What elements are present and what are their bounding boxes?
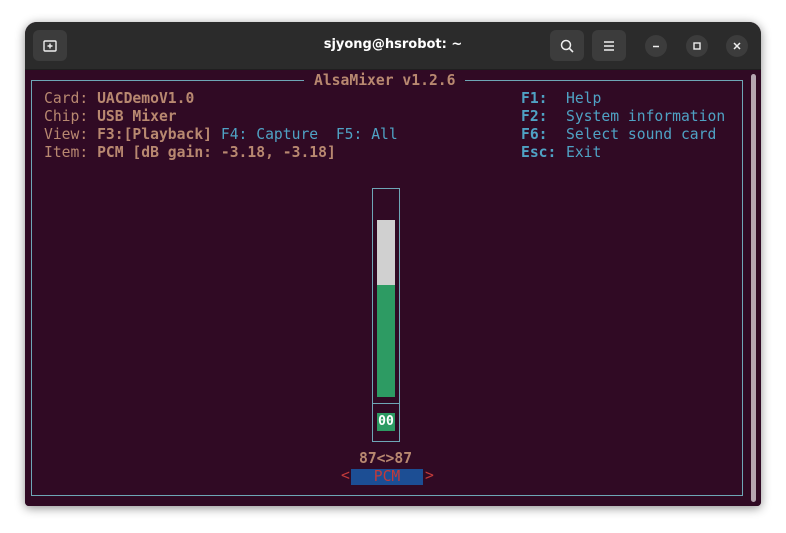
help-f6[interactable]: F6: Select sound card xyxy=(521,126,716,144)
pcm-control[interactable]: 00 xyxy=(372,188,400,442)
terminal-window: sjyong@hsrobot: ~ AlsaMixer v1.2.6 Card:… xyxy=(25,22,761,506)
card-line: Card: UACDemoV1.0 xyxy=(44,90,194,108)
minimize-icon xyxy=(653,45,659,48)
view-capture-tab[interactable]: F4: Capture xyxy=(221,126,318,143)
item-value: PCM [dB gain: -3.18, -3.18] xyxy=(97,144,336,161)
item-label: Item: xyxy=(44,144,89,161)
help-text: Help xyxy=(566,90,602,107)
help-key: F1: xyxy=(521,90,548,107)
help-esc[interactable]: Esc: Exit xyxy=(521,144,601,162)
volume-readout: 87<>87 xyxy=(359,450,413,467)
help-key: Esc: xyxy=(521,144,557,161)
terminal-area[interactable]: AlsaMixer v1.2.6 Card: UACDemoV1.0 Chip:… xyxy=(25,70,761,506)
close-button[interactable] xyxy=(726,35,748,57)
close-icon xyxy=(733,42,741,50)
control-divider xyxy=(373,403,399,404)
help-key: F2: xyxy=(521,108,548,125)
control-name[interactable]: PCM xyxy=(351,469,423,485)
app-title: AlsaMixer v1.2.6 xyxy=(304,72,466,89)
minimize-button[interactable] xyxy=(645,35,667,57)
hamburger-menu-icon xyxy=(604,40,614,51)
help-text: Select sound card xyxy=(566,126,717,143)
search-icon xyxy=(560,39,574,53)
search-button[interactable] xyxy=(550,30,584,61)
card-label: Card: xyxy=(44,90,89,107)
maximize-icon xyxy=(693,42,701,50)
view-playback-tab[interactable]: F3:[Playback] xyxy=(97,126,212,143)
help-key: F6: xyxy=(521,126,548,143)
title-bar: sjyong@hsrobot: ~ xyxy=(25,22,761,70)
left-arrow: < xyxy=(341,467,350,484)
chip-label: Chip: xyxy=(44,108,89,125)
help-f2[interactable]: F2: System information xyxy=(521,108,725,126)
control-name-row: < PCM > xyxy=(341,467,434,485)
volume-bar-green-segment xyxy=(377,284,395,397)
item-line: Item: PCM [dB gain: -3.18, -3.18] xyxy=(44,144,336,162)
help-text: System information xyxy=(566,108,726,125)
view-all-tab[interactable]: F5: All xyxy=(336,126,398,143)
right-arrow: > xyxy=(425,467,434,484)
scrollbar[interactable] xyxy=(751,74,756,502)
chip-value: USB Mixer xyxy=(97,108,177,125)
mute-toggle[interactable]: 00 xyxy=(377,413,395,431)
maximize-button[interactable] xyxy=(686,35,708,57)
help-f1[interactable]: F1: Help xyxy=(521,90,601,108)
help-text: Exit xyxy=(566,144,602,161)
view-label: View: xyxy=(44,126,89,143)
menu-button[interactable] xyxy=(592,30,626,61)
card-value: UACDemoV1.0 xyxy=(97,90,195,107)
volume-bar-white-segment xyxy=(377,219,395,285)
chip-line: Chip: USB Mixer xyxy=(44,108,177,126)
view-line: View: F3:[Playback] F4: Capture F5: All xyxy=(44,126,398,144)
